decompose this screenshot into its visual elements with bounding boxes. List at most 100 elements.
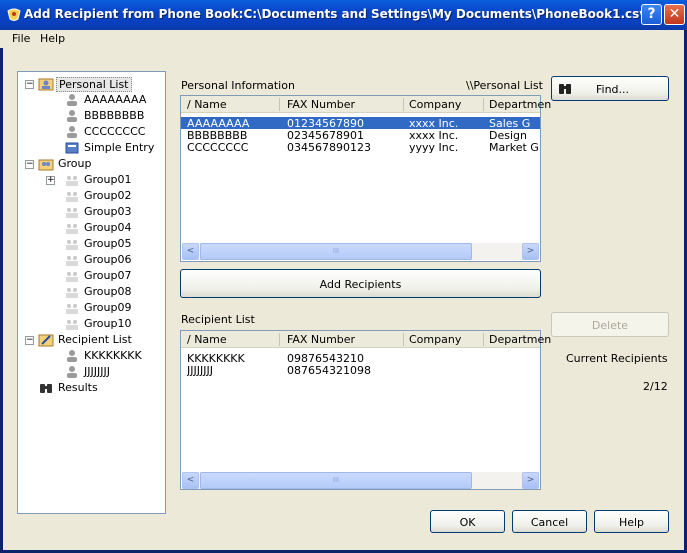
ok-button[interactable]: OK (430, 510, 505, 533)
col-name-header[interactable]: / Name (187, 333, 227, 346)
person-icon (67, 366, 77, 378)
cancel-label: Cancel (530, 516, 569, 529)
phonebook-tree[interactable]: − Personal List AAAAAAAA BBBBBBBB CCCCCC… (17, 71, 166, 514)
table-row[interactable]: AAAAAAAA 01234567890 xxxx Inc. Sales G (181, 117, 540, 130)
column-separator (279, 333, 280, 346)
group-icon (66, 192, 78, 202)
find-button[interactable]: Find... (551, 76, 669, 101)
delete-label: Delete (591, 319, 629, 332)
column-separator (279, 98, 280, 111)
col-dept-header[interactable]: Departmen (489, 98, 551, 111)
cell-name: JJJJJJJJ (187, 364, 213, 377)
tree-label: CCCCCCCC (84, 125, 146, 138)
help-title-button[interactable]: ? (641, 4, 662, 25)
help-label: Help (618, 516, 645, 529)
scroll-right-icon[interactable]: > (522, 243, 539, 260)
horizontal-scrollbar[interactable]: < III > (182, 243, 539, 260)
current-recipients-count: 2/12 (643, 380, 668, 393)
binoculars-icon (40, 384, 52, 393)
group-icon (66, 272, 78, 282)
tree-label: Group01 (84, 173, 132, 186)
ok-label: OK (459, 516, 476, 529)
col-fax-header[interactable]: FAX Number (287, 98, 355, 111)
help-button[interactable]: Help (594, 510, 669, 533)
personal-list-icon (38, 78, 54, 91)
person-icon (67, 110, 77, 122)
title-bar[interactable]: Add Recipient from Phone Book:C:\Documen… (0, 0, 687, 30)
column-separator (483, 333, 484, 346)
tree-label: Group10 (84, 317, 132, 330)
menu-help[interactable]: Help (40, 32, 65, 45)
list-header: / Name FAX Number Company Departmen (181, 331, 551, 348)
menu-bar: File Help (0, 30, 681, 48)
find-label: Find... (596, 83, 630, 96)
col-company-header[interactable]: Company (409, 98, 461, 111)
tree-label: Results (58, 381, 98, 394)
group-icon (66, 288, 78, 298)
scroll-right-icon[interactable]: > (522, 472, 539, 489)
group-icon (66, 224, 78, 234)
column-separator (403, 333, 404, 346)
tree-label: Group04 (84, 221, 132, 234)
tree-label: Personal List (56, 77, 132, 92)
tree-label: Group02 (84, 189, 132, 202)
cell-company: yyyy Inc. (409, 141, 459, 154)
scroll-left-icon[interactable]: < (182, 243, 199, 260)
horizontal-scrollbar[interactable]: < III > (182, 472, 539, 489)
expand-group01-icon[interactable]: + (46, 176, 55, 185)
app-icon (7, 8, 21, 21)
col-company-header[interactable]: Company (409, 333, 461, 346)
current-recipients-label: Current Recipients (566, 352, 668, 365)
add-recipients-label: Add Recipients (319, 278, 402, 291)
tree-label: Simple Entry (84, 141, 155, 154)
scroll-thumb[interactable]: III (200, 243, 472, 260)
recipient-list-view[interactable]: / Name FAX Number Company Departmen KKKK… (180, 330, 551, 490)
table-row[interactable]: KKKKKKKK 09876543210 (181, 352, 540, 365)
tree-label: AAAAAAAA (84, 93, 147, 106)
tree-label: KKKKKKKK (84, 349, 142, 362)
tree-label: Group09 (84, 301, 132, 314)
cell-name: CCCCCCCC (187, 141, 249, 154)
table-row[interactable]: JJJJJJJJ 087654321098 (181, 364, 540, 377)
tree-label: Group08 (84, 285, 132, 298)
window-title: Add Recipient from Phone Book:C:\Documen… (24, 7, 648, 21)
tree-label: Group03 (84, 205, 132, 218)
cell-fax: 034567890123 (287, 141, 371, 154)
tree-label: BBBBBBBB (84, 109, 145, 122)
personal-info-label: Personal Information (181, 79, 295, 92)
recipient-list-icon (38, 334, 54, 347)
cell-dept: Market G (489, 141, 539, 154)
col-name-header[interactable]: / Name (187, 98, 227, 111)
column-separator (483, 98, 484, 111)
col-fax-header[interactable]: FAX Number (287, 333, 355, 346)
tree-label: Group06 (84, 253, 132, 266)
tree-label: Group (58, 157, 92, 170)
tree-label: Group05 (84, 237, 132, 250)
tree-label: Recipient List (58, 333, 132, 346)
person-icon (67, 350, 77, 362)
cancel-button[interactable]: Cancel (512, 510, 587, 533)
scroll-left-icon[interactable]: < (182, 472, 199, 489)
group-icon (66, 208, 78, 218)
recipient-list-label: Recipient List (181, 313, 255, 326)
delete-button[interactable]: Delete (551, 312, 669, 337)
menu-file[interactable]: File (12, 32, 30, 45)
simple-entry-icon (65, 142, 79, 154)
collapse-group-icon[interactable]: − (25, 160, 34, 169)
personal-info-list[interactable]: / Name FAX Number Company Departmen AAAA… (180, 95, 551, 262)
group-icon (66, 304, 78, 314)
group-folder-icon (38, 159, 54, 171)
group-icon (66, 256, 78, 266)
scroll-thumb[interactable]: III (200, 472, 472, 489)
col-dept-header[interactable]: Departmen (489, 333, 551, 346)
collapse-personal-icon[interactable]: − (25, 80, 34, 89)
cell-fax: 087654321098 (287, 364, 371, 377)
table-row[interactable]: CCCCCCCC 034567890123 yyyy Inc. Market G (181, 141, 540, 154)
table-row[interactable]: BBBBBBBB 02345678901 xxxx Inc. Design (181, 129, 540, 142)
person-icon (67, 126, 77, 138)
collapse-recipient-icon[interactable]: − (25, 336, 34, 345)
close-button[interactable]: ✕ (664, 4, 685, 25)
tree-label: Group07 (84, 269, 132, 282)
add-recipients-button[interactable]: Add Recipients (180, 269, 541, 298)
column-separator (403, 98, 404, 111)
